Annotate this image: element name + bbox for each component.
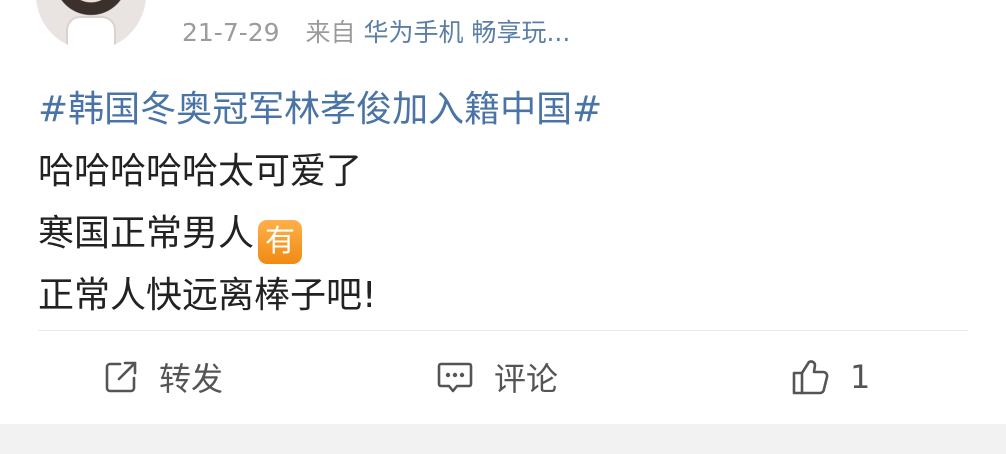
post-source[interactable]: 华为手机 畅享玩...	[364, 18, 571, 47]
post-time: 21-7-29	[182, 18, 280, 47]
comment-label: 评论	[494, 360, 559, 398]
post-text-line-1: 哈哈哈哈哈太可爱了	[38, 151, 363, 192]
repost-label: 转发	[159, 360, 224, 398]
comment-button[interactable]: 评论	[436, 340, 558, 414]
action-bar: 转发 评论 1	[0, 340, 1006, 414]
post-text-line-2-text: 寒国正常男人	[38, 213, 255, 254]
avatar-collar	[68, 18, 114, 50]
repost-button[interactable]: 转发	[103, 340, 223, 414]
thumbs-up-icon	[792, 360, 829, 395]
like-count: 1	[850, 358, 871, 396]
comment-icon	[437, 362, 473, 393]
divider	[38, 330, 968, 331]
topic-link[interactable]: #韩国冬奥冠军林孝俊加入籍中国#	[38, 80, 978, 142]
repost-icon	[105, 361, 137, 393]
feed-separator	[0, 424, 1006, 454]
like-button[interactable]: 1	[790, 340, 870, 414]
you-emoji-icon: 有	[258, 220, 303, 264]
post-text-line-3: 正常人快远离棒子吧!	[38, 275, 377, 316]
avatar[interactable]	[36, 0, 146, 50]
post-text-line-2: 寒国正常男人有	[38, 204, 978, 266]
post-content: #韩国冬奥冠军林孝俊加入籍中国# 哈哈哈哈哈太可爱了 寒国正常男人有 正常人快远…	[38, 80, 978, 328]
post-meta: 21-7-29 来自 华为手机 畅享玩...	[182, 13, 570, 53]
from-label: 来自	[305, 18, 356, 47]
